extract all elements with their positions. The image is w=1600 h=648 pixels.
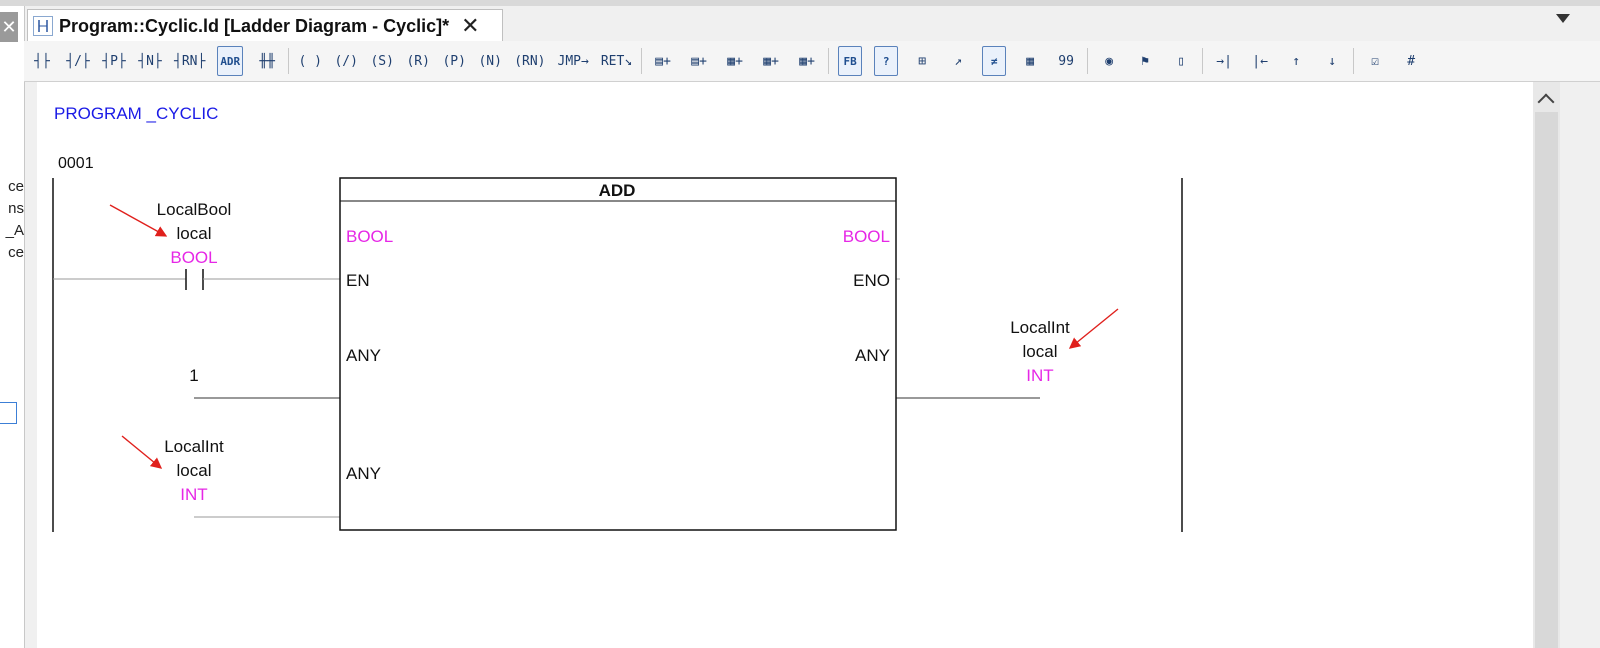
network-number: 0001 xyxy=(58,155,94,172)
input-variable-scope: local xyxy=(176,461,212,480)
output-variable-type: INT xyxy=(1026,366,1054,385)
input-variable-type: INT xyxy=(180,485,208,504)
contact-variable-scope: local xyxy=(176,224,212,243)
annotation-arrow-2 xyxy=(1068,308,1119,349)
input-variable-name[interactable]: LocalInt xyxy=(164,437,224,457)
in2-pin[interactable]: ANY xyxy=(346,464,381,484)
en-pin[interactable]: EN xyxy=(346,271,370,291)
program-header: PROGRAM _CYCLIC xyxy=(54,104,219,123)
eno-pin[interactable]: ENO xyxy=(853,271,890,291)
add-function-block[interactable] xyxy=(339,177,897,531)
constant-input-value[interactable]: 1 xyxy=(189,366,198,386)
output-variable-scope: local xyxy=(1022,342,1058,361)
out-pin[interactable]: ANY xyxy=(855,346,890,366)
output-variable-name[interactable]: LocalInt xyxy=(1010,318,1070,338)
contact-variable-type: BOOL xyxy=(170,248,218,267)
ladder-network-canvas xyxy=(52,177,1183,532)
en-type-label: BOOL xyxy=(346,227,394,246)
annotation-arrow-3 xyxy=(121,435,163,469)
eno-type-label: BOOL xyxy=(842,227,890,246)
block-title: ADD xyxy=(598,181,636,200)
in1-pin[interactable]: ANY xyxy=(346,346,381,366)
contact-variable-name[interactable]: LocalBool xyxy=(157,200,232,220)
